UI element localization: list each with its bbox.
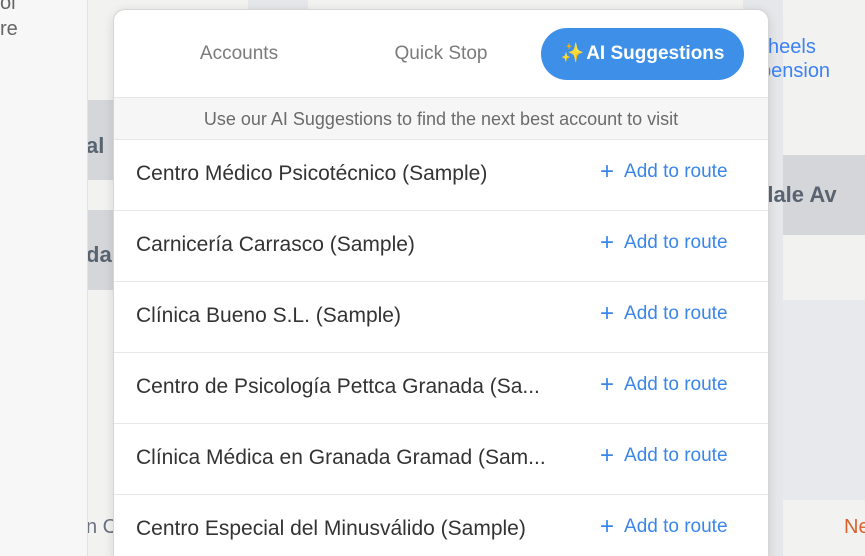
map-poi-label[interactable]: heels — [768, 36, 816, 59]
add-to-route-label: Add to route — [624, 161, 728, 182]
add-to-route-label: Add to route — [624, 303, 728, 324]
tab-ai-suggestions-label: AI Suggestions — [586, 43, 725, 64]
map-block — [778, 300, 865, 500]
sparkle-icon: ✨ — [560, 43, 585, 64]
ai-suggestions-hint: Use our AI Suggestions to find the next … — [114, 98, 768, 140]
plus-icon: + — [600, 158, 615, 185]
list-item[interactable]: Centro de Psicología Pettca Granada (Sa.… — [114, 353, 768, 424]
list-item[interactable]: Carnicería Carrasco (Sample) + Add to rou… — [114, 211, 768, 282]
add-to-route-button[interactable]: + Add to route — [600, 442, 728, 470]
add-to-route-button[interactable]: + Add to route — [600, 371, 728, 399]
add-to-route-button[interactable]: + Add to route — [600, 513, 728, 541]
list-item[interactable]: Centro Especial del Minusválido (Sample)… — [114, 495, 768, 556]
side-panel: ol re — [0, 0, 88, 556]
side-panel-text-fragment: re — [0, 18, 18, 40]
add-to-route-button[interactable]: + Add to route — [600, 300, 728, 328]
list-item[interactable]: Centro Médico Psicotécnico (Sample) + Add… — [114, 140, 768, 211]
suggestion-list: Centro Médico Psicotécnico (Sample) + Add… — [114, 140, 768, 556]
account-name[interactable]: Centro Especial del Minusválido (Sample) — [136, 517, 596, 541]
list-item[interactable]: Clínica Médica en Granada Gramad (Sam...… — [114, 424, 768, 495]
add-to-route-button[interactable]: + Add to route — [600, 158, 728, 186]
side-panel-text-fragment: ol — [0, 0, 16, 14]
plus-icon: + — [600, 442, 615, 469]
tab-ai-suggestions[interactable]: ✨ AI Suggestions — [541, 28, 744, 80]
tab-bar: Accounts Quick Stop ✨ AI Suggestions — [114, 10, 768, 98]
route-suggestions-panel: Accounts Quick Stop ✨ AI Suggestions Use … — [113, 9, 769, 556]
account-name[interactable]: Centro Médico Psicotécnico (Sample) — [136, 162, 596, 186]
add-to-route-label: Add to route — [624, 445, 728, 466]
account-name[interactable]: Clínica Médica en Granada Gramad (Sam... — [136, 446, 596, 470]
map-street-label: da — [88, 242, 112, 267]
add-to-route-label: Add to route — [624, 232, 728, 253]
plus-icon: + — [600, 513, 615, 540]
plus-icon: + — [600, 371, 615, 398]
add-to-route-label: Add to route — [624, 516, 728, 537]
tab-accounts[interactable]: Accounts — [174, 28, 304, 80]
map-poi-label[interactable]: pension — [760, 60, 830, 83]
add-to-route-label: Add to route — [624, 374, 728, 395]
tab-quick-stop[interactable]: Quick Stop — [374, 28, 508, 80]
list-item[interactable]: Clínica Bueno S.L. (Sample) + Add to rout… — [114, 282, 768, 353]
map-street-label: al — [88, 133, 105, 158]
plus-icon: + — [600, 229, 615, 256]
account-name[interactable]: Clínica Bueno S.L. (Sample) — [136, 304, 596, 328]
account-name[interactable]: Centro de Psicología Pettca Granada (Sa.… — [136, 375, 596, 399]
account-name[interactable]: Carnicería Carrasco (Sample) — [136, 233, 596, 257]
plus-icon: + — [600, 300, 615, 327]
map-poi-label[interactable]: Ne — [844, 516, 865, 539]
add-to-route-button[interactable]: + Add to route — [600, 229, 728, 257]
map-street-label: dale Av — [760, 182, 837, 207]
